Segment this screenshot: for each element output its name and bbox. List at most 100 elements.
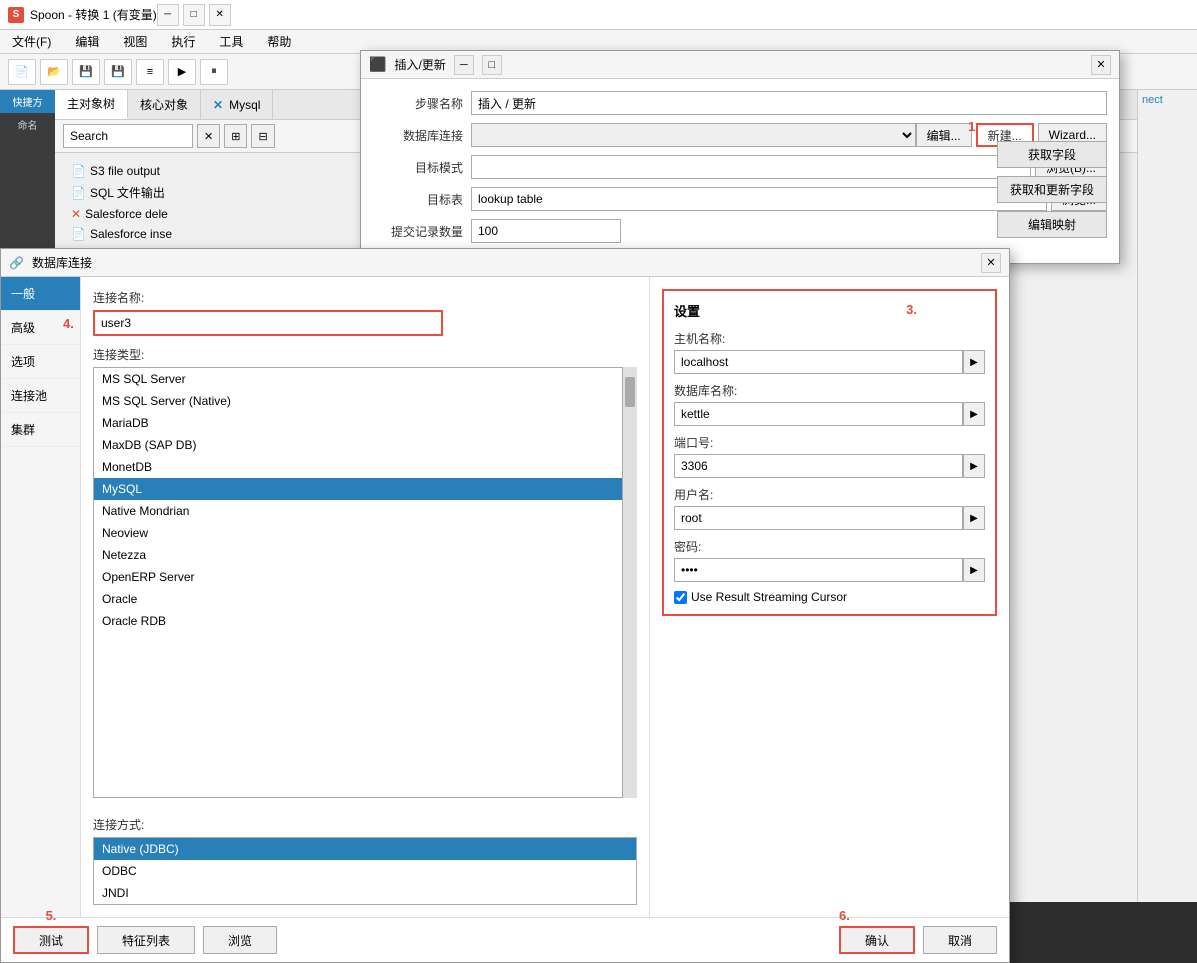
collapse-all-button[interactable]: ⊟ bbox=[251, 124, 274, 148]
conn-type-ms-sql-native[interactable]: MS SQL Server (Native) bbox=[94, 390, 622, 412]
target-schema-input[interactable] bbox=[471, 155, 1031, 179]
password-input[interactable] bbox=[674, 558, 963, 582]
nav-options[interactable]: 选项 bbox=[1, 345, 80, 379]
toolbar-saveas[interactable]: 💾 bbox=[104, 59, 132, 85]
nav-pool[interactable]: 连接池 bbox=[1, 379, 80, 413]
badge-6: 6. bbox=[839, 908, 850, 923]
username-arrow-btn[interactable]: ▶ bbox=[963, 506, 985, 530]
hostname-input-row: ▶ bbox=[674, 350, 985, 374]
toolbar-layers[interactable]: ≡ bbox=[136, 59, 164, 85]
conn-name-input[interactable] bbox=[93, 310, 443, 336]
conn-type-maxdb[interactable]: MaxDB (SAP DB) bbox=[94, 434, 622, 456]
nav-general[interactable]: 一般 bbox=[1, 277, 80, 311]
toolbar-run[interactable]: ▶ bbox=[168, 59, 196, 85]
minimize-button[interactable]: ─ bbox=[157, 4, 179, 26]
streaming-checkbox-row: Use Result Streaming Cursor bbox=[674, 590, 985, 604]
conn-type-mariadb[interactable]: MariaDB bbox=[94, 412, 622, 434]
conn-type-ms-sql[interactable]: MS SQL Server bbox=[94, 368, 622, 390]
db-dialog-body: 一般 高级 选项 连接池 集群 连接名称: 4. 3. bbox=[1, 277, 1009, 917]
toolbar-pause[interactable]: ⏸ bbox=[200, 59, 228, 85]
scroll-thumb bbox=[625, 377, 635, 407]
conn-type-label: 连接类型: bbox=[93, 346, 637, 363]
tab-mysql-label: Mysql bbox=[229, 98, 260, 112]
cancel-button[interactable]: 取消 bbox=[923, 926, 997, 954]
get-update-fields-button[interactable]: 获取和更新字段 bbox=[997, 176, 1107, 203]
hostname-label: 主机名称: bbox=[674, 330, 985, 347]
expand-all-button[interactable]: ⊞ bbox=[224, 124, 247, 148]
insert-dialog-title-bar: ⬛ 插入/更新 ─ □ ✕ bbox=[361, 51, 1119, 79]
toolbar-new[interactable]: 📄 bbox=[8, 59, 36, 85]
browse-button[interactable]: 浏览 bbox=[203, 926, 277, 954]
tree-item-salesforce-ins-label: Salesforce inse bbox=[90, 227, 172, 241]
test-button[interactable]: 测试 bbox=[13, 926, 89, 954]
conn-method-odbc[interactable]: ODBC bbox=[94, 860, 636, 882]
badge-3: 3. bbox=[906, 302, 917, 317]
conn-method-jndi[interactable]: JNDI bbox=[94, 882, 636, 904]
menu-help[interactable]: 帮助 bbox=[263, 31, 295, 52]
toolbar-open[interactable]: 📂 bbox=[40, 59, 68, 85]
port-arrow-btn[interactable]: ▶ bbox=[963, 454, 985, 478]
insert-dialog-maximize[interactable]: □ bbox=[482, 55, 502, 75]
tree-item-salesforce-del-icon: ✕ bbox=[71, 207, 81, 221]
conn-type-native-mondrian[interactable]: Native Mondrian bbox=[94, 500, 622, 522]
conn-type-scrollbar[interactable] bbox=[623, 367, 637, 798]
db-settings-panel: 设置 主机名称: ▶ 数据库名称: ▶ bbox=[649, 277, 1009, 917]
step-name-label: 步骤名称 bbox=[373, 95, 463, 112]
menu-view[interactable]: 视图 bbox=[119, 31, 151, 52]
toolbar-save[interactable]: 💾 bbox=[72, 59, 100, 85]
features-button[interactable]: 特征列表 bbox=[97, 926, 195, 954]
password-arrow-btn[interactable]: ▶ bbox=[963, 558, 985, 582]
streaming-checkbox[interactable] bbox=[674, 591, 687, 604]
hostname-input[interactable] bbox=[674, 350, 963, 374]
menu-tools[interactable]: 工具 bbox=[215, 31, 247, 52]
nav-cluster[interactable]: 集群 bbox=[1, 413, 80, 447]
menu-execute[interactable]: 执行 bbox=[167, 31, 199, 52]
port-input-row: ▶ bbox=[674, 454, 985, 478]
tab-mysql[interactable]: ✕ Mysql bbox=[201, 90, 273, 119]
maximize-button[interactable]: □ bbox=[183, 4, 205, 26]
confirm-button[interactable]: 确认 bbox=[839, 926, 915, 954]
db-name-input[interactable] bbox=[674, 402, 963, 426]
password-input-row: ▶ bbox=[674, 558, 985, 582]
conn-type-oracle[interactable]: Oracle bbox=[94, 588, 622, 610]
password-row: 密码: ▶ bbox=[674, 538, 985, 582]
db-dialog-title: 数据库连接 bbox=[32, 254, 92, 271]
commit-count-input[interactable] bbox=[471, 219, 621, 243]
conn-type-oracle-rdb[interactable]: Oracle RDB bbox=[94, 610, 622, 632]
step-name-input[interactable] bbox=[471, 91, 1107, 115]
menu-edit[interactable]: 编辑 bbox=[71, 31, 103, 52]
connect-label: nect bbox=[1142, 94, 1163, 106]
port-input[interactable] bbox=[674, 454, 963, 478]
tab-mysql-icon: ✕ bbox=[213, 98, 223, 112]
clear-search-button[interactable]: ✕ bbox=[197, 124, 220, 148]
edit-conn-button[interactable]: 编辑... bbox=[916, 123, 972, 147]
search-input[interactable] bbox=[63, 124, 193, 148]
conn-type-neoview[interactable]: Neoview bbox=[94, 522, 622, 544]
conn-type-section: 连接类型: MS SQL Server MS SQL Server (Nativ… bbox=[93, 346, 637, 798]
commit-count-label: 提交记录数量 bbox=[373, 223, 463, 240]
close-button[interactable]: ✕ bbox=[209, 4, 231, 26]
conn-method-native[interactable]: Native (JDBC) bbox=[94, 838, 636, 860]
conn-type-monetdb[interactable]: MonetDB bbox=[94, 456, 622, 478]
get-fields-button[interactable]: 获取字段 bbox=[997, 141, 1107, 168]
tab-core-objects[interactable]: 核心对象 bbox=[128, 90, 201, 119]
tree-item-s3-label: S3 file output bbox=[90, 164, 160, 178]
db-dialog-footer: 5. 测试 特征列表 浏览 6. 确认 取消 bbox=[1, 917, 1009, 962]
menu-file[interactable]: 文件(F) bbox=[8, 31, 55, 52]
username-input[interactable] bbox=[674, 506, 963, 530]
tab-main-objects[interactable]: 主对象树 bbox=[55, 90, 128, 119]
db-dialog-close[interactable]: ✕ bbox=[981, 253, 1001, 273]
insert-dialog-minimize[interactable]: ─ bbox=[454, 55, 474, 75]
tab-main-objects-label: 主对象树 bbox=[67, 95, 115, 112]
db-conn-select[interactable] bbox=[471, 123, 916, 147]
conn-type-netezza[interactable]: Netezza bbox=[94, 544, 622, 566]
hostname-arrow-btn[interactable]: ▶ bbox=[963, 350, 985, 374]
conn-type-mysql[interactable]: 2. MySQL bbox=[94, 478, 622, 500]
insert-dialog-body: 步骤名称 1. 数据库连接 编辑... 新建... Wizard... 目标模式 bbox=[361, 79, 1119, 263]
db-conn-label: 数据库连接 bbox=[373, 127, 463, 144]
edit-mapping-button[interactable]: 编辑映射 bbox=[997, 211, 1107, 238]
db-name-arrow-btn[interactable]: ▶ bbox=[963, 402, 985, 426]
target-table-input[interactable] bbox=[471, 187, 1047, 211]
insert-dialog-close[interactable]: ✕ bbox=[1091, 55, 1111, 75]
conn-type-openerp[interactable]: OpenERP Server bbox=[94, 566, 622, 588]
